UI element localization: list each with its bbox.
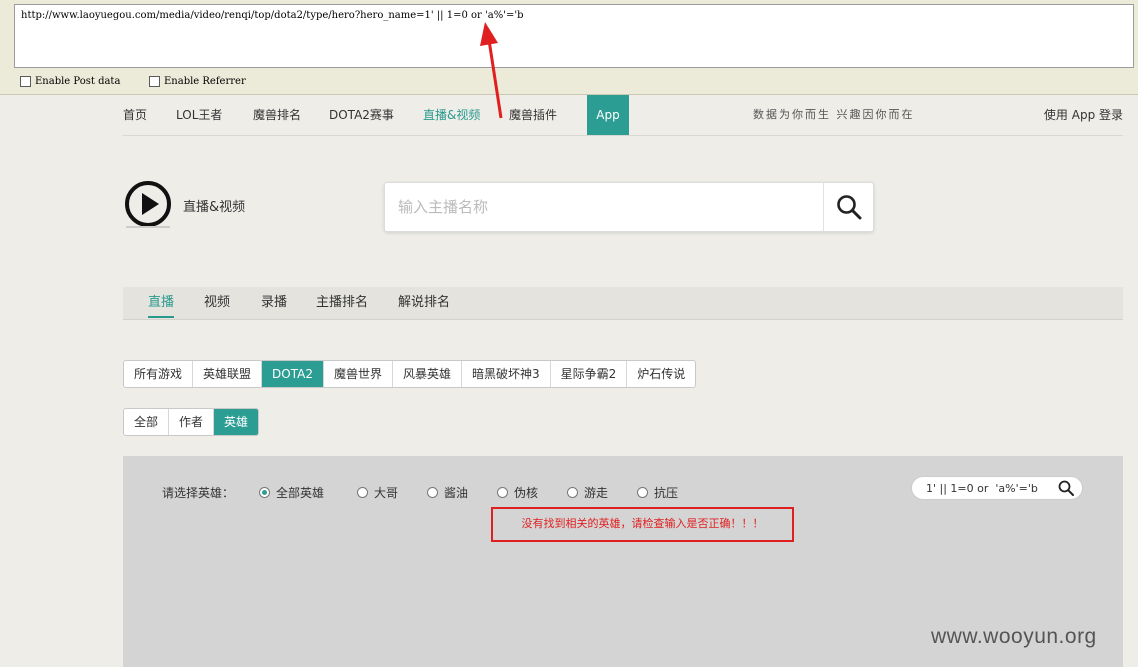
game-hearthstone[interactable]: 炉石传说: [627, 361, 695, 387]
radio-dot[interactable]: [427, 487, 438, 498]
game-hots[interactable]: 风暴英雄: [393, 361, 462, 387]
radio-label: 抗压: [654, 486, 679, 500]
radio-label: 酱油: [444, 486, 469, 500]
hero-filter-label: 请选择英雄：: [162, 486, 235, 500]
nav-item-home[interactable]: 首页: [123, 95, 147, 135]
url-panel: http://www.laoyuegou.com/media/video/ren…: [0, 0, 1138, 95]
error-message: 没有找到相关的英雄，请检查输入是否正确！！！: [491, 507, 794, 542]
tab-video[interactable]: 视频: [204, 287, 230, 319]
tab-live[interactable]: 直播: [148, 287, 175, 319]
radio-roamer[interactable]: 游走: [567, 484, 608, 501]
streamer-search: [384, 182, 874, 232]
nav-app-button[interactable]: App: [587, 95, 629, 135]
checkbox-box[interactable]: [20, 76, 31, 87]
nav-item-wow-addons[interactable]: 魔兽插件: [509, 95, 557, 135]
radio-label: 伪核: [514, 486, 539, 500]
tab-recorded[interactable]: 录播: [261, 287, 287, 319]
game-diablo3[interactable]: 暗黑破坏神3: [462, 361, 551, 387]
radio-support[interactable]: 酱油: [427, 484, 468, 501]
game-wow[interactable]: 魔兽世界: [324, 361, 393, 387]
slogan: 数据为你而生 兴趣因你而在: [753, 108, 915, 121]
section-title: 直播&视频: [183, 200, 246, 215]
radio-offlane[interactable]: 抗压: [637, 484, 678, 501]
enable-referrer-checkbox[interactable]: Enable Referrer: [149, 76, 246, 87]
tab-commentator-rank[interactable]: 解说排名: [398, 287, 450, 319]
radio-label: 全部英雄: [276, 486, 325, 500]
search-icon[interactable]: [1058, 480, 1074, 496]
login-link[interactable]: 使用 App 登录: [1044, 95, 1123, 135]
search-icon: [836, 195, 861, 220]
radio-dot[interactable]: [259, 487, 270, 498]
checkbox-box[interactable]: [149, 76, 160, 87]
nav-item-lol[interactable]: LOL王者: [176, 95, 222, 135]
radio-semi-carry[interactable]: 伪核: [497, 484, 538, 501]
radio-carry[interactable]: 大哥: [357, 484, 398, 501]
url-input[interactable]: http://www.laoyuegou.com/media/video/ren…: [14, 4, 1134, 68]
content-tabs: 直播 视频 录播 主播排名 解说排名: [123, 287, 1123, 320]
search-button[interactable]: [823, 183, 873, 231]
type-filter: 全部 作者 英雄: [123, 408, 260, 436]
enable-referrer-label: Enable Referrer: [164, 76, 246, 87]
nav-item-live-video[interactable]: 直播&视频: [423, 95, 480, 135]
radio-dot[interactable]: [497, 487, 508, 498]
type-all[interactable]: 全部: [124, 409, 170, 435]
game-filter: 所有游戏 英雄联盟 DOTA2 魔兽世界 风暴英雄 暗黑破坏神3 星际争霸2 炉…: [123, 360, 697, 388]
nav-item-dota2-events[interactable]: DOTA2赛事: [329, 95, 394, 135]
enable-post-data-checkbox[interactable]: Enable Post data: [20, 76, 120, 87]
radio-dot[interactable]: [357, 487, 368, 498]
play-icon: [125, 181, 171, 228]
streamer-search-input[interactable]: [385, 183, 825, 231]
hero-search-input[interactable]: [926, 479, 1054, 497]
type-hero[interactable]: 英雄: [214, 409, 259, 435]
type-author[interactable]: 作者: [169, 409, 215, 435]
radio-label: 大哥: [374, 486, 399, 500]
main-nav: 首页 LOL王者 魔兽排名 DOTA2赛事 直播&视频 魔兽插件 App 数据为…: [123, 95, 1123, 136]
game-sc2[interactable]: 星际争霸2: [551, 361, 628, 387]
tab-streamer-rank[interactable]: 主播排名: [316, 287, 368, 319]
radio-all-heroes[interactable]: 全部英雄: [259, 484, 324, 501]
radio-dot[interactable]: [637, 487, 648, 498]
game-lol[interactable]: 英雄联盟: [193, 361, 263, 387]
radio-dot[interactable]: [567, 487, 578, 498]
enable-post-data-label: Enable Post data: [35, 76, 121, 87]
game-dota2[interactable]: DOTA2: [262, 361, 324, 387]
watermark: www.wooyun.org: [931, 625, 1097, 648]
hero-search: [911, 476, 1083, 500]
game-all[interactable]: 所有游戏: [124, 361, 194, 387]
nav-item-wow-rank[interactable]: 魔兽排名: [253, 95, 301, 135]
radio-label: 游走: [584, 486, 609, 500]
